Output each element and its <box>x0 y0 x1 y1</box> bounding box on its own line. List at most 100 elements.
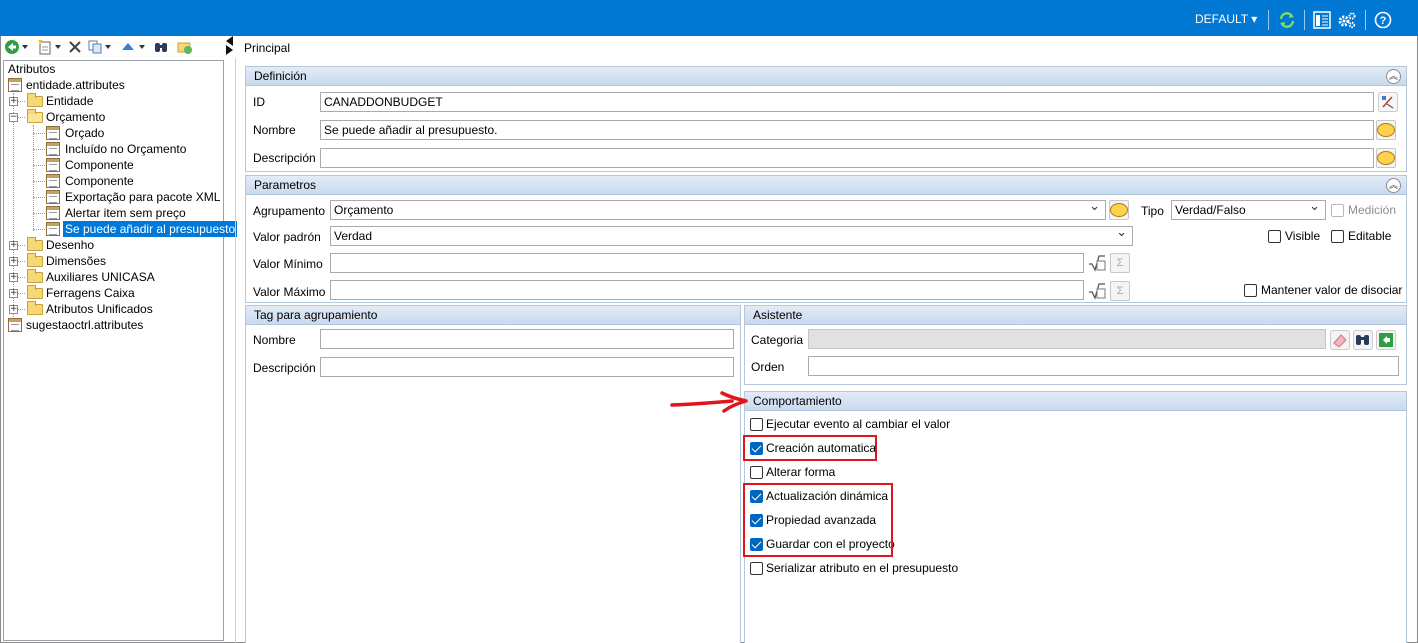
option-checkbox[interactable] <box>750 562 763 575</box>
formula-icon[interactable] <box>1087 281 1107 301</box>
expand-icon[interactable]: + <box>9 97 18 106</box>
valor-minimo-field[interactable] <box>330 253 1084 273</box>
tree-item[interactable]: Orçamento <box>46 109 105 125</box>
agrupamento-select[interactable]: Orçamento <box>330 200 1106 220</box>
id-field[interactable]: CANADDONBUDGET <box>320 92 1374 112</box>
id-label: ID <box>253 95 265 109</box>
binoculars-icon[interactable] <box>1353 330 1373 350</box>
collapse-panel-icon[interactable]: ︽ <box>1386 178 1401 193</box>
sum-button[interactable]: Σ <box>1110 253 1130 273</box>
tree-line <box>33 125 34 231</box>
tab-principal[interactable]: Principal <box>244 41 290 55</box>
tree-item[interactable]: Entidade <box>46 93 93 109</box>
nombre-field[interactable]: Se puede añadir al presupuesto. <box>320 120 1374 140</box>
refresh-icon[interactable] <box>1278 11 1296 29</box>
splitter[interactable] <box>235 58 236 643</box>
highlight-box <box>743 435 877 461</box>
chevron-down-icon[interactable] <box>21 44 29 50</box>
valor-padron-select[interactable]: Verdad <box>330 226 1133 246</box>
tag-nombre-field[interactable] <box>320 329 734 349</box>
translate-button[interactable] <box>1109 200 1129 220</box>
orden-field[interactable] <box>808 356 1399 376</box>
tree-item[interactable]: Desenho <box>46 237 94 253</box>
expand-icon[interactable]: + <box>9 305 18 314</box>
new-item-icon[interactable] <box>37 39 53 55</box>
binoculars-icon[interactable] <box>153 39 169 55</box>
back-icon[interactable] <box>4 39 20 55</box>
tree-item[interactable]: Auxiliares UNICASA <box>46 269 155 285</box>
sum-button[interactable]: Σ <box>1110 281 1130 301</box>
folder-refresh-icon[interactable] <box>177 39 193 55</box>
collapse-icon[interactable]: − <box>9 113 18 122</box>
move-up-icon[interactable] <box>120 39 136 55</box>
expand-icon[interactable]: + <box>9 241 18 250</box>
layout-panel-icon[interactable] <box>1313 11 1331 29</box>
valor-maximo-label: Valor Máximo <box>253 285 326 299</box>
medicion-checkbox[interactable] <box>1331 204 1344 217</box>
tree-line <box>33 213 45 214</box>
tag-nombre-label: Nombre <box>253 333 296 347</box>
speech-bubble-icon <box>1377 151 1395 165</box>
tag-descripcion-field[interactable] <box>320 357 734 377</box>
expand-icon[interactable]: + <box>9 273 18 282</box>
tree-item[interactable]: Exportação para pacote XML <box>65 189 220 205</box>
editable-checkbox[interactable] <box>1331 230 1344 243</box>
medicion-label: Medición <box>1348 203 1397 217</box>
descripcion-field[interactable] <box>320 148 1374 168</box>
panel-header: Tag para agrupamiento <box>246 306 740 325</box>
visible-checkbox[interactable] <box>1268 230 1281 243</box>
tree-item[interactable]: Alertar item sem preço <box>65 205 186 221</box>
tree-item-selected[interactable]: Se puede añadir al presupuesto <box>63 221 238 237</box>
tree-item[interactable]: Componente <box>65 157 134 173</box>
folder-icon <box>27 285 43 299</box>
go-icon[interactable] <box>1376 330 1396 350</box>
tree-item[interactable]: entidade.attributes <box>26 77 125 93</box>
mantener-checkbox[interactable] <box>1244 284 1257 297</box>
tree-item[interactable]: Dimensões <box>46 253 106 269</box>
expand-icon[interactable]: + <box>9 257 18 266</box>
eraser-icon[interactable] <box>1330 330 1350 350</box>
collapse-panel-icon[interactable]: ︽ <box>1386 69 1401 84</box>
settings-gears-icon[interactable] <box>1337 11 1357 29</box>
tree-item[interactable]: sugestaoctrl.attributes <box>26 317 143 333</box>
tag-descripcion-label: Descripción <box>253 361 316 375</box>
profile-dropdown[interactable]: DEFAULT ▾ <box>1195 12 1257 26</box>
folder-icon <box>27 301 43 315</box>
help-icon[interactable]: ? <box>1374 11 1392 29</box>
translate-button[interactable] <box>1376 148 1396 168</box>
attribute-icon <box>46 126 60 140</box>
tree-item[interactable]: Atributos Unificados <box>46 301 153 317</box>
sigma-icon: Σ <box>1116 257 1124 269</box>
attribute-file-icon <box>8 318 22 332</box>
valor-maximo-field[interactable] <box>330 280 1084 300</box>
option-label: Serializar atributo en el presupuesto <box>766 561 959 575</box>
translate-button[interactable] <box>1376 120 1396 140</box>
panel-header: Comportamiento <box>745 392 1406 411</box>
option-checkbox[interactable] <box>750 466 763 479</box>
option-checkbox[interactable] <box>750 418 763 431</box>
tipo-select[interactable]: Verdad/Falso <box>1171 200 1326 220</box>
open-folder-icon <box>27 109 43 123</box>
tree-item[interactable]: Ferragens Caixa <box>46 285 135 301</box>
tree-item[interactable]: Componente <box>65 173 134 189</box>
panel-title: Definición <box>254 69 307 83</box>
tree-item[interactable]: Orçado <box>65 125 104 141</box>
categoria-label: Categoria <box>751 333 804 347</box>
expand-right-icon[interactable] <box>226 45 233 55</box>
toolbar-separator <box>1304 10 1305 30</box>
expand-icon[interactable]: + <box>9 289 18 298</box>
speech-bubble-icon <box>1110 203 1128 217</box>
formula-icon[interactable] <box>1087 253 1107 273</box>
attribute-icon <box>46 174 60 188</box>
chevron-down-icon[interactable] <box>104 44 112 50</box>
tree-item[interactable]: Incluído no Orçamento <box>65 141 186 157</box>
delete-icon[interactable] <box>67 39 83 55</box>
copy-icon[interactable] <box>87 39 103 55</box>
attribute-icon <box>46 142 60 156</box>
tag-panel: Tag para agrupamiento <box>245 305 741 643</box>
chevron-down-icon[interactable] <box>54 44 62 50</box>
top-bar: DEFAULT ▾ ? <box>0 0 1418 36</box>
profile-label: DEFAULT <box>1195 12 1248 26</box>
chevron-down-icon[interactable] <box>138 44 146 50</box>
pick-icon[interactable] <box>1378 92 1398 112</box>
